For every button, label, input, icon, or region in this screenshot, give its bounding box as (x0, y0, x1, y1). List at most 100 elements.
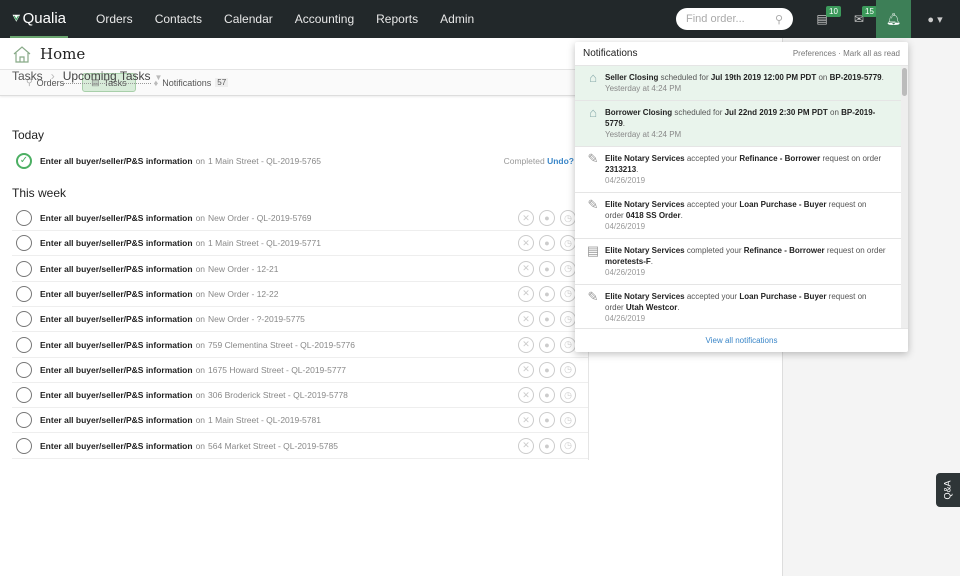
notification-text: completed your (685, 246, 744, 255)
find-order-input[interactable]: Find order...⚲ (676, 8, 793, 30)
task-checkbox[interactable] (16, 235, 32, 251)
alarm-clock-icon[interactable]: ◷ (560, 387, 576, 403)
notification-text: accepted your (685, 154, 740, 163)
tasks-badge: 10 (826, 6, 841, 17)
notification-item[interactable]: ✎Elite Notary Services accepted your Loa… (575, 285, 901, 328)
notification-item[interactable]: ✎Elite Notary Services accepted your Loa… (575, 193, 901, 239)
notification-item[interactable]: ⌂Borrower Closing scheduled for Jul 22nd… (575, 101, 901, 147)
task-order-link[interactable]: 1 Main Street - QL-2019-5765 (208, 156, 321, 166)
alarm-clock-icon[interactable]: ◷ (560, 261, 576, 277)
assign-user-icon[interactable]: ● (539, 261, 555, 277)
assign-user-icon[interactable]: ● (539, 362, 555, 378)
task-actions: ✕ ● ◷ (518, 311, 576, 327)
task-checkbox[interactable] (16, 438, 32, 454)
task-on: on (196, 365, 205, 375)
task-filter-dropdown[interactable]: Upcoming Tasks (63, 69, 151, 84)
assign-user-icon[interactable]: ● (539, 311, 555, 327)
task-order-link[interactable]: New Order - ?-2019-5775 (208, 314, 305, 324)
task-checkbox[interactable] (16, 286, 32, 302)
nav-contacts[interactable]: Contacts (155, 12, 202, 26)
alarm-clock-icon[interactable]: ◷ (560, 337, 576, 353)
scrollbar[interactable] (901, 66, 908, 328)
qualia-logo[interactable]: Qualia (10, 0, 68, 38)
task-order-link[interactable]: 759 Clementina Street - QL-2019-5776 (208, 340, 355, 350)
notification-order[interactable]: moretests-F (605, 257, 651, 266)
dismiss-icon[interactable]: ✕ (518, 235, 534, 251)
task-checkbox[interactable] (16, 337, 32, 353)
notification-text: . (677, 303, 679, 312)
assign-user-icon[interactable]: ● (539, 387, 555, 403)
assign-user-icon[interactable]: ● (539, 438, 555, 454)
dismiss-icon[interactable]: ✕ (518, 210, 534, 226)
section-this-week: This week (12, 186, 66, 200)
notification-order[interactable]: Utah Westcor (626, 303, 677, 312)
task-checkbox[interactable] (16, 261, 32, 277)
alarm-clock-icon[interactable]: ◷ (560, 438, 576, 454)
nav-calendar[interactable]: Calendar (224, 12, 273, 26)
task-order-link[interactable]: 564 Market Street - QL-2019-5785 (208, 441, 338, 451)
task-checkbox[interactable] (16, 362, 32, 378)
assign-user-icon[interactable]: ● (539, 235, 555, 251)
task-checkbox[interactable] (16, 412, 32, 428)
task-order-link[interactable]: 1675 Howard Street - QL-2019-5777 (208, 365, 346, 375)
notification-text: on (816, 73, 829, 82)
dismiss-icon[interactable]: ✕ (518, 261, 534, 277)
notification-item[interactable]: ⌂Seller Closing scheduled for Jul 19th 2… (575, 66, 901, 101)
dismiss-icon[interactable]: ✕ (518, 337, 534, 353)
notification-text: scheduled for (672, 108, 724, 117)
alarm-clock-icon[interactable]: ◷ (560, 311, 576, 327)
nav-orders[interactable]: Orders (96, 12, 133, 26)
user-menu-button[interactable]: ● ▾ (920, 0, 950, 38)
dismiss-icon[interactable]: ✕ (518, 412, 534, 428)
preferences-mark-read-links[interactable]: Preferences · Mark all as read (793, 49, 900, 58)
status-text: Completed (504, 156, 545, 166)
task-actions: ✕ ● ◷ (518, 235, 576, 251)
task-checkbox[interactable] (16, 210, 32, 226)
scrollbar-thumb[interactable] (902, 68, 907, 96)
task-row: Enter all buyer/seller/P&S informationon… (12, 408, 588, 433)
check-circle-icon[interactable]: ✓ (16, 153, 32, 169)
task-checkbox[interactable] (16, 311, 32, 327)
completed-status: Completed Undo? (504, 156, 574, 166)
dismiss-icon[interactable]: ✕ (518, 286, 534, 302)
assign-user-icon[interactable]: ● (539, 210, 555, 226)
notification-text: . (623, 119, 625, 128)
task-order-link[interactable]: New Order - QL-2019-5769 (208, 213, 311, 223)
alarm-clock-icon[interactable]: ◷ (560, 286, 576, 302)
dismiss-icon[interactable]: ✕ (518, 362, 534, 378)
assign-user-icon[interactable]: ● (539, 337, 555, 353)
alarm-clock-icon[interactable]: ◷ (560, 362, 576, 378)
task-order-link[interactable]: 306 Broderick Street - QL-2019-5778 (208, 390, 348, 400)
alarm-clock-icon[interactable]: ◷ (560, 235, 576, 251)
dismiss-icon[interactable]: ✕ (518, 387, 534, 403)
assign-user-icon[interactable]: ● (539, 286, 555, 302)
notification-item[interactable]: ▤Elite Notary Services completed your Re… (575, 239, 901, 285)
notifications-button[interactable]: 🔔︎ (876, 0, 911, 38)
task-order-link[interactable]: 1 Main Street - QL-2019-5781 (208, 415, 321, 425)
notification-item[interactable]: ✎Elite Notary Services accepted your Ref… (575, 147, 901, 193)
dismiss-icon[interactable]: ✕ (518, 438, 534, 454)
undo-link[interactable]: Undo? (547, 156, 574, 166)
breadcrumb-root[interactable]: Tasks (12, 69, 43, 83)
notification-list[interactable]: ⌂Seller Closing scheduled for Jul 19th 2… (575, 66, 908, 328)
task-order-link[interactable]: New Order - 12-22 (208, 289, 278, 299)
qa-tab[interactable]: Q&A (936, 473, 960, 507)
task-checkbox[interactable] (16, 387, 32, 403)
alarm-clock-icon[interactable]: ◷ (560, 412, 576, 428)
notification-detail: Jul 22nd 2019 2:30 PM PDT (725, 108, 828, 117)
notification-text: scheduled for (658, 73, 710, 82)
assign-user-icon[interactable]: ● (539, 412, 555, 428)
notification-subject: Elite Notary Services (605, 292, 685, 301)
view-all-notifications-link[interactable]: View all notifications (575, 328, 908, 352)
nav-accounting[interactable]: Accounting (295, 12, 354, 26)
notification-order[interactable]: BP-2019-5779 (830, 73, 882, 82)
nav-admin[interactable]: Admin (440, 12, 474, 26)
notification-order[interactable]: 2313213 (605, 165, 636, 174)
task-order-link[interactable]: New Order - 12-21 (208, 264, 278, 274)
notification-detail: Jul 19th 2019 12:00 PM PDT (711, 73, 816, 82)
notification-order[interactable]: 0418 SS Order (626, 211, 681, 220)
dismiss-icon[interactable]: ✕ (518, 311, 534, 327)
task-order-link[interactable]: 1 Main Street - QL-2019-5771 (208, 238, 321, 248)
nav-reports[interactable]: Reports (376, 12, 418, 26)
alarm-clock-icon[interactable]: ◷ (560, 210, 576, 226)
